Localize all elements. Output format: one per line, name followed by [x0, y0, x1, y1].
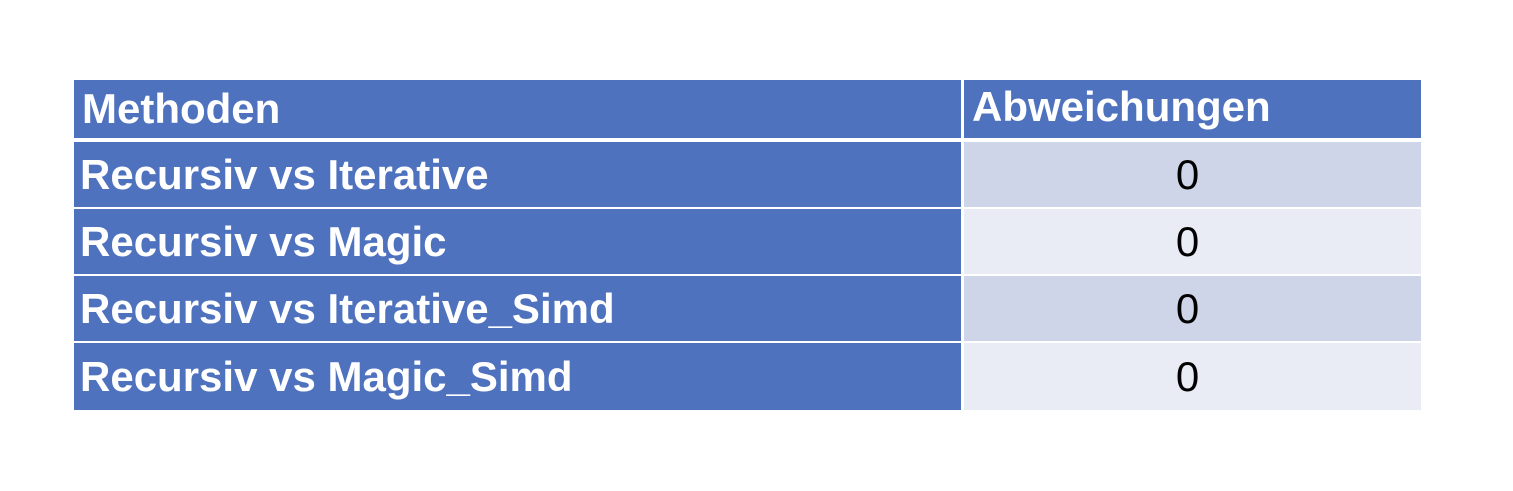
- deviation-value-cell: 0: [964, 276, 1421, 343]
- table-row: Recursiv vs Iterative_Simd 0: [74, 276, 1421, 343]
- table-header-row: Methoden Abweichungen: [74, 80, 1421, 142]
- table-row: Recursiv vs Magic_Simd 0: [74, 343, 1421, 410]
- column-header-methods: Methoden: [74, 80, 964, 142]
- method-cell: Recursiv vs Iterative_Simd: [74, 276, 964, 343]
- deviation-value-cell: 0: [964, 209, 1421, 276]
- deviation-value-cell: 0: [964, 343, 1421, 410]
- method-cell: Recursiv vs Magic: [74, 209, 964, 276]
- method-cell: Recursiv vs Iterative: [74, 142, 964, 209]
- method-cell: Recursiv vs Magic_Simd: [74, 343, 964, 410]
- results-table: Methoden Abweichungen Recursiv vs Iterat…: [74, 80, 1421, 410]
- column-header-deviations: Abweichungen: [964, 80, 1421, 142]
- table-row: Recursiv vs Magic 0: [74, 209, 1421, 276]
- deviation-value-cell: 0: [964, 142, 1421, 209]
- table-row: Recursiv vs Iterative 0: [74, 142, 1421, 209]
